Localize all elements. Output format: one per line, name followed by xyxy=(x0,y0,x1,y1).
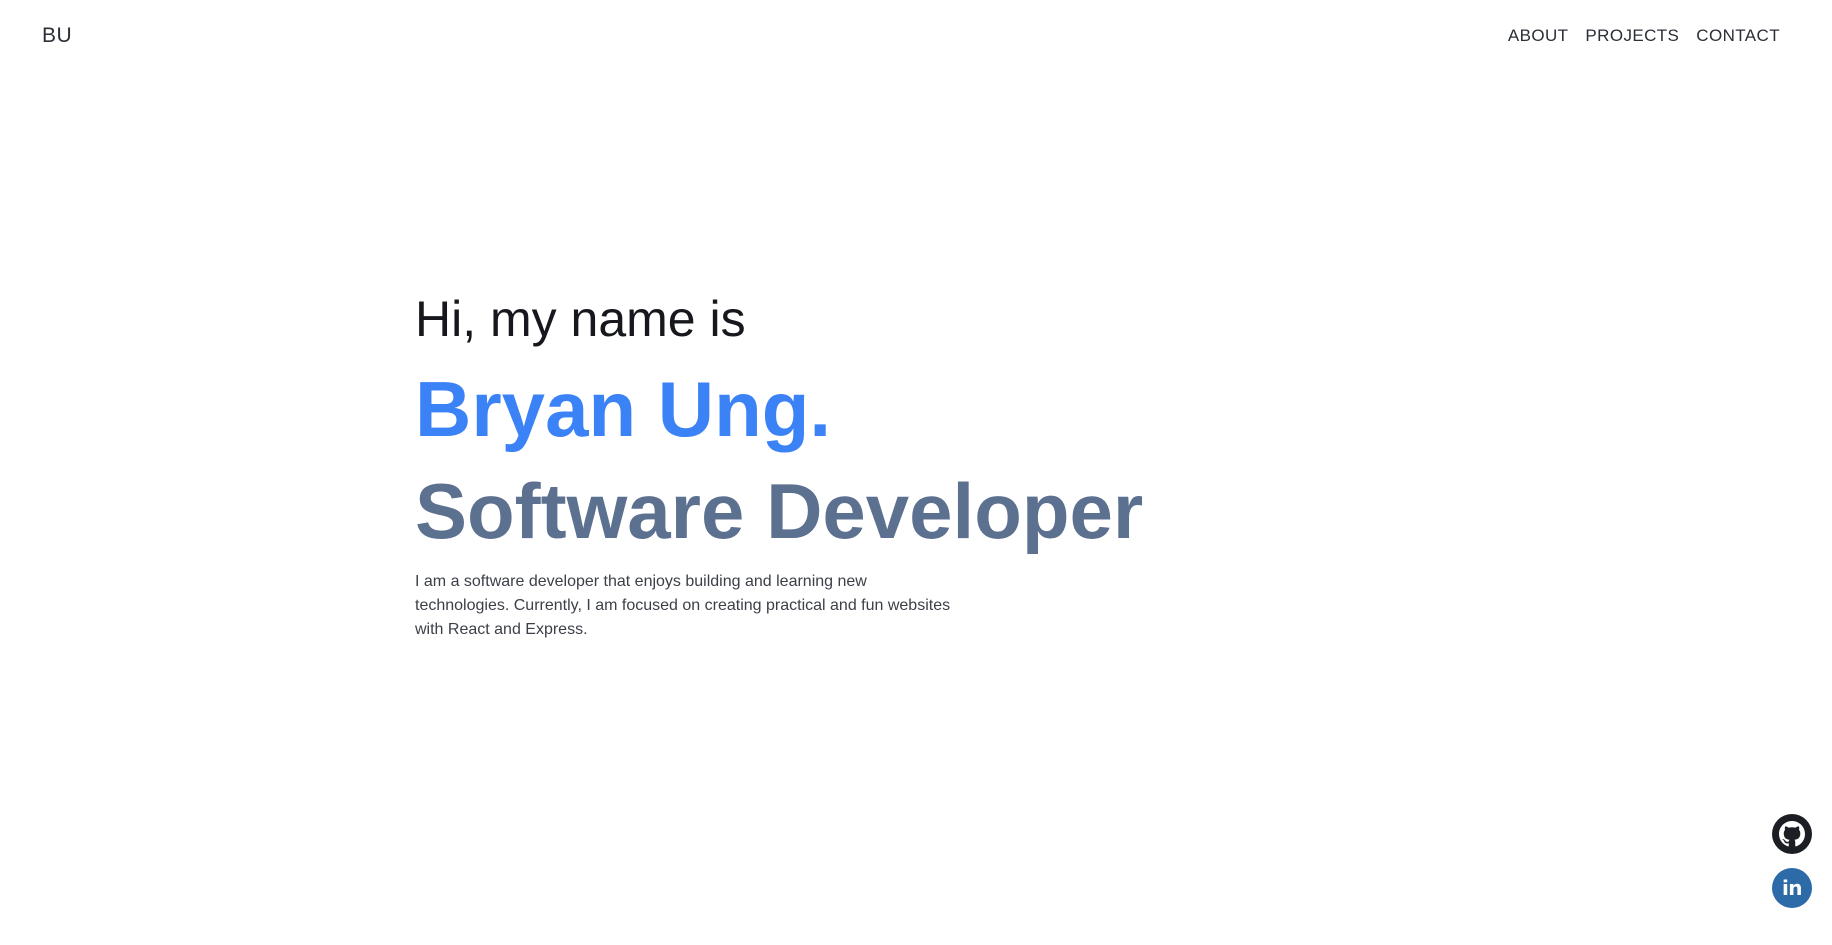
social-links: in xyxy=(1772,814,1812,908)
github-link-button[interactable] xyxy=(1772,814,1812,854)
nav-link-about[interactable]: ABOUT xyxy=(1508,26,1569,46)
hero-section: Hi, my name is Bryan Ung. Software Devel… xyxy=(415,286,1315,658)
nav-links: ABOUT PROJECTS CONTACT xyxy=(1508,26,1780,46)
page: BU ABOUT PROJECTS CONTACT Hi, my name is… xyxy=(0,0,1832,945)
nav-link-contact[interactable]: CONTACT xyxy=(1696,26,1780,46)
hero-name: Bryan Ung. xyxy=(415,365,832,453)
nav-link-projects[interactable]: PROJECTS xyxy=(1585,26,1679,46)
navbar: BU ABOUT PROJECTS CONTACT xyxy=(0,0,1832,74)
hero-greeting: Hi, my name is xyxy=(415,291,746,347)
site-logo[interactable]: BU xyxy=(42,24,72,48)
linkedin-link-button[interactable]: in xyxy=(1772,868,1812,908)
linkedin-icon: in xyxy=(1781,876,1803,900)
hero-role: Software Developer xyxy=(415,467,1144,555)
github-icon xyxy=(1779,821,1805,847)
hero-bio: I am a software developer that enjoys bu… xyxy=(415,573,951,638)
